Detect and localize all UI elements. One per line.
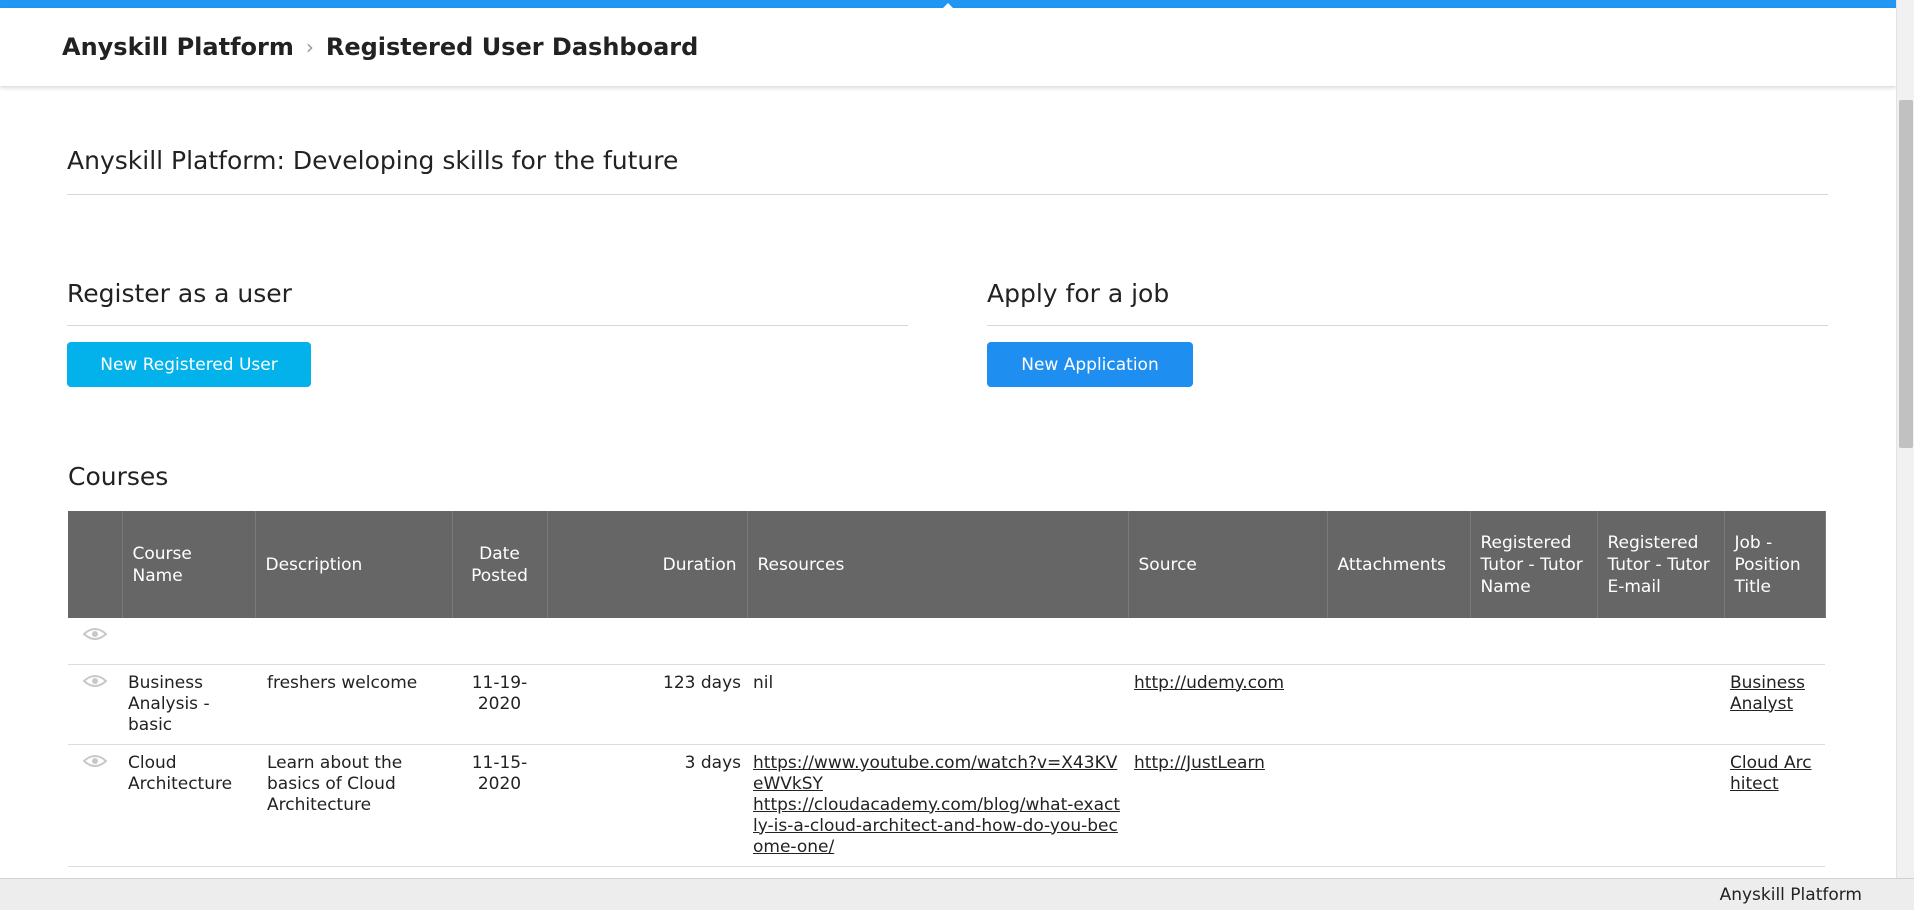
page-scrollbar[interactable] bbox=[1896, 0, 1914, 878]
footer-bar: Anyskill Platform bbox=[0, 878, 1914, 910]
column-header-duration[interactable]: Duration bbox=[547, 511, 748, 618]
breadcrumb-home[interactable]: Anyskill Platform bbox=[62, 33, 294, 61]
course-name-cell: Business Analysis - basic bbox=[122, 664, 255, 745]
tutor-email-cell bbox=[1597, 744, 1724, 867]
attachments-cell bbox=[1327, 664, 1470, 745]
duration-cell: 3 days bbox=[547, 744, 747, 867]
page-title: Anyskill Platform: Developing skills for… bbox=[67, 146, 679, 175]
column-header-date-posted[interactable]: Date Posted bbox=[452, 511, 548, 618]
attachments-cell bbox=[1327, 744, 1470, 867]
row-view-cell bbox=[68, 618, 122, 665]
header-bar: Anyskill Platform › Registered User Dash… bbox=[0, 8, 1896, 86]
table-row: Business Analysis - basic freshers welco… bbox=[68, 664, 1825, 745]
date-posted-cell: 11-19-2020 bbox=[452, 664, 547, 745]
courses-table: Course Name Description Date Posted Dura… bbox=[68, 511, 1826, 867]
eye-icon[interactable] bbox=[83, 627, 107, 641]
eye-icon[interactable] bbox=[83, 674, 107, 688]
column-header-description[interactable]: Description bbox=[255, 511, 453, 618]
source-cell: http://udemy.com bbox=[1128, 664, 1327, 745]
table-row: Cloud Architecture Learn about the basic… bbox=[68, 744, 1825, 867]
course-name-cell: Cloud Architecture bbox=[122, 744, 255, 867]
new-application-button[interactable]: New Application bbox=[987, 342, 1193, 387]
job-title-cell: Cloud Architect bbox=[1724, 744, 1825, 867]
column-header-actions bbox=[68, 511, 123, 618]
breadcrumb-current: Registered User Dashboard bbox=[325, 33, 699, 61]
row-view-cell bbox=[68, 744, 122, 867]
resource-text: nil bbox=[753, 672, 774, 693]
eye-icon[interactable] bbox=[83, 754, 107, 768]
resources-cell: nil bbox=[747, 664, 1128, 745]
column-header-source[interactable]: Source bbox=[1128, 511, 1328, 618]
table-row-empty bbox=[68, 618, 1825, 665]
column-header-resources[interactable]: Resources bbox=[747, 511, 1129, 618]
date-posted-cell: 11-15-2020 bbox=[452, 744, 547, 867]
footer-text: Anyskill Platform bbox=[1719, 885, 1862, 905]
row-view-cell bbox=[68, 664, 122, 745]
job-link[interactable]: Business Analyst bbox=[1730, 673, 1805, 714]
courses-title: Courses bbox=[68, 462, 169, 491]
apply-section-title: Apply for a job bbox=[987, 279, 1170, 308]
resources-cell: https://www.youtube.com/watch?v=X43KVeWV… bbox=[747, 744, 1128, 867]
scrollbar-thumb[interactable] bbox=[1899, 100, 1913, 448]
resource-link[interactable]: https://www.youtube.com/watch?v=X43KVeWV… bbox=[753, 753, 1117, 794]
tutor-email-cell bbox=[1597, 664, 1724, 745]
chevron-right-icon: › bbox=[305, 35, 314, 59]
source-cell: http://JustLearn bbox=[1128, 744, 1327, 867]
new-registered-user-button[interactable]: New Registered User bbox=[67, 342, 311, 387]
job-link[interactable]: Cloud Architect bbox=[1730, 753, 1812, 794]
column-header-course-name[interactable]: Course Name bbox=[122, 511, 256, 618]
resource-link[interactable]: https://cloudacademy.com/blog/what-exact… bbox=[753, 795, 1120, 857]
table-header-row: Course Name Description Date Posted Dura… bbox=[68, 511, 1826, 618]
tutor-name-cell bbox=[1470, 744, 1597, 867]
tutor-name-cell bbox=[1470, 664, 1597, 745]
description-cell: Learn about the basics of Cloud Architec… bbox=[255, 744, 452, 867]
duration-cell: 123 days bbox=[547, 664, 747, 745]
register-section-title: Register as a user bbox=[67, 279, 292, 308]
description-cell: freshers welcome bbox=[255, 664, 452, 745]
divider bbox=[67, 325, 908, 326]
source-link[interactable]: http://JustLearn bbox=[1134, 753, 1265, 773]
source-link[interactable]: http://udemy.com bbox=[1134, 673, 1284, 693]
divider bbox=[67, 194, 1828, 195]
column-header-job-title[interactable]: Job - Position Title bbox=[1724, 511, 1826, 618]
job-title-cell: Business Analyst bbox=[1724, 664, 1825, 745]
column-header-tutor-name[interactable]: Registered Tutor - Tutor Name bbox=[1470, 511, 1598, 618]
column-header-attachments[interactable]: Attachments bbox=[1327, 511, 1471, 618]
column-header-tutor-email[interactable]: Registered Tutor - Tutor E-mail bbox=[1597, 511, 1725, 618]
divider bbox=[987, 325, 1828, 326]
